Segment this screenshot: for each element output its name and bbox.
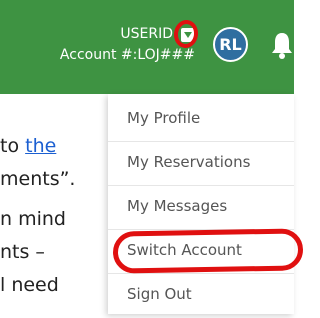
menu-item-my-reservations[interactable]: My Reservations <box>108 138 294 186</box>
menu-item-my-profile[interactable]: My Profile <box>108 94 294 142</box>
body-line: l need <box>0 274 59 296</box>
account-number: Account #:LOJ### <box>59 47 195 63</box>
userid-label: USERID <box>120 26 173 42</box>
account-dropdown-toggle[interactable] <box>172 17 200 50</box>
body-line: to the <box>0 135 57 157</box>
bell-icon[interactable] <box>271 31 293 59</box>
annotation-circle <box>112 228 304 274</box>
account-dropdown-menu: My Profile My Reservations My Messages S… <box>108 94 304 314</box>
body-line: nts – <box>0 241 45 263</box>
body-link[interactable]: the <box>25 135 56 157</box>
menu-item-my-messages[interactable]: My Messages <box>108 182 294 230</box>
top-header-bar: USERID Account #:LOJ### RL <box>0 0 294 94</box>
user-info: USERID Account #:LOJ### <box>59 17 200 66</box>
userid-row: USERID <box>60 17 200 50</box>
body-line: ments”. <box>0 168 76 190</box>
avatar[interactable]: RL <box>213 27 248 62</box>
menu-item-sign-out[interactable]: Sign Out <box>108 270 294 318</box>
body-line: n mind <box>0 208 66 230</box>
page-body-text: to the ments”. n mind nts – l need <box>0 130 75 302</box>
